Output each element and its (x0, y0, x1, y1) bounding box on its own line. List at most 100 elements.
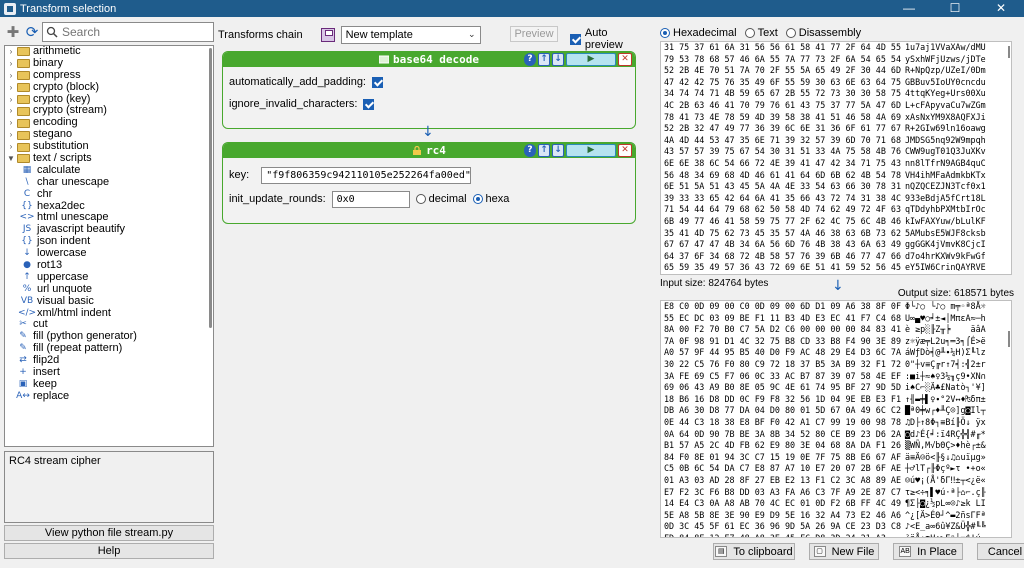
in-place-button[interactable]: AB In Place (893, 543, 963, 560)
left-panel: ✚ ⟳ ›arithmetic›binary›compress›crypto (… (4, 21, 214, 559)
in-place-icon: AB (899, 546, 912, 557)
hexa-radio[interactable] (472, 194, 483, 204)
search-box[interactable] (42, 22, 214, 42)
move-up-icon[interactable]: ↑ (538, 144, 550, 157)
transform-tree[interactable]: › arithmetic › binary › compress › crypto (bloc… (4, 45, 214, 447)
ascii-text: kIwFAXYuw/bLulKF (905, 215, 986, 226)
add-padding-checkbox[interactable] (372, 76, 383, 88)
tree-item-label: visual basic (37, 294, 94, 307)
tree-item[interactable]: \ char unescape (5, 176, 213, 189)
chevron-right-icon[interactable]: › (5, 70, 17, 82)
hex-bytes: 65 59 35 49 57 36 43 72 69 6E 51 41 59 5… (664, 262, 901, 273)
chevron-right-icon[interactable]: › (5, 105, 17, 117)
to-clipboard-button[interactable]: ▤ To clipboard (713, 543, 795, 560)
cancel-button[interactable]: Cancel (977, 543, 1024, 560)
minimize-button[interactable]: — (886, 0, 932, 17)
ascii-text: pIo4ror7JT87PW1 (905, 274, 1009, 275)
close-window-button[interactable]: ✕ (978, 0, 1024, 17)
hex-bytes: 18 B6 16 D8 DD 0C F9 F8 32 56 1D 04 9E E… (664, 393, 901, 404)
output-hex-view[interactable]: E8 C0 0D 09 00 C0 0D 09 00 6D D1 09 A6 3… (660, 300, 1012, 538)
help-button[interactable]: Help (4, 543, 214, 559)
tree-item[interactable]: ▦ calculate (5, 164, 213, 177)
tree-item[interactable]: › crypto (block) (5, 80, 213, 94)
chevron-right-icon[interactable]: › (5, 117, 17, 129)
search-input[interactable] (62, 25, 212, 39)
save-template-icon[interactable] (320, 28, 335, 42)
remove-icon[interactable]: ✕ (618, 53, 632, 66)
refresh-icon[interactable]: ⟳ (23, 23, 41, 41)
auto-preview-label: Auto preview (584, 27, 623, 51)
move-down-icon[interactable]: ↓ (552, 144, 564, 157)
auto-preview-toggle[interactable]: Auto preview (570, 27, 648, 51)
ascii-text: ²äÅ↕τH¿>Eⁿ╪=$!ú (905, 532, 981, 538)
html-icon: <> (19, 212, 35, 223)
chevron-right-icon[interactable]: › (5, 129, 17, 141)
hex-bytes: 52 2B 32 47 49 77 36 39 6C 6E 31 36 6F 6… (664, 123, 901, 134)
hex-line: B1 57 A5 2C 4D FB 62 E9 80 3E 04 68 8A D… (661, 440, 1011, 452)
move-down-icon[interactable]: ↓ (552, 53, 564, 66)
template-select[interactable]: New template ⌄ (340, 26, 481, 44)
play-icon[interactable]: ▶ (566, 144, 616, 157)
hex-bytes: 0D 3C 45 5F 61 EC 36 96 9D 5A 26 9A CE 2… (664, 521, 901, 532)
tree-item[interactable]: Cchr (5, 188, 213, 201)
help-icon[interactable]: ? (524, 53, 536, 66)
maximize-button[interactable]: ☐ (932, 0, 978, 17)
add-icon[interactable]: ✚ (4, 23, 22, 41)
tree-item-label: crypto (block) (33, 80, 100, 93)
new-file-button[interactable]: ▢ New File (809, 543, 879, 560)
hex-bytes: 0A 64 0D 90 7B BE 3A 8B 34 52 80 CE B9 2… (664, 428, 901, 439)
option-rounds: init_update_rounds: 0x0 decimal hexa (229, 188, 629, 210)
hex-line: 78 41 73 4E 78 59 4D 39 58 38 41 51 46 5… (661, 112, 1011, 124)
text-option[interactable]: Text (744, 27, 778, 39)
view-python-file-button[interactable]: View python file stream.py (4, 525, 214, 541)
ignore-invalid-checkbox[interactable] (363, 98, 375, 110)
hexadecimal-radio[interactable] (660, 28, 670, 38)
hex-bytes: 6E 6E 38 6C 54 66 72 4E 39 41 47 42 34 7… (664, 157, 901, 168)
hex-line: 79 53 78 68 57 46 6A 55 7A 77 73 2F 6A 5… (661, 54, 1011, 66)
hex-scrollbar[interactable] (1008, 331, 1010, 347)
disassembly-option[interactable]: Disassembly (785, 27, 861, 39)
ascii-text: R+2GIw69ln16oawg (905, 123, 986, 134)
text-radio[interactable] (744, 28, 755, 38)
ascii-text: R+NpQzp/UZeI/0Dm (905, 65, 986, 76)
remove-icon[interactable]: ✕ (618, 144, 632, 157)
hex-line: 70 49 6F 34 72 6F 72 37 4A 54 38 37 50 5… (661, 274, 1011, 275)
chevron-down-icon[interactable]: ▼ (5, 153, 17, 165)
tree-item-label: url unquote (37, 282, 93, 295)
tree-item[interactable]: A↔ replace (5, 390, 213, 403)
input-hex-view[interactable]: 31 75 37 61 6A 31 56 56 61 58 41 77 2F 6… (660, 41, 1012, 275)
hex-line: 56 48 34 69 68 4D 46 61 41 64 6D 6B 62 4… (661, 170, 1011, 182)
tree-scrollbar[interactable] (209, 48, 212, 328)
move-up-icon[interactable]: ↑ (538, 53, 550, 66)
tree-item[interactable]: › compress (5, 69, 213, 82)
chevron-right-icon[interactable]: › (5, 94, 17, 106)
help-icon[interactable]: ? (524, 144, 536, 157)
hexadecimal-option[interactable]: Hexadecimal (660, 27, 737, 39)
key-input[interactable]: "f9f806359c942110105e252264fa00ed" (261, 166, 472, 184)
disassembly-radio[interactable] (785, 28, 796, 38)
hexa2dec-icon: {} (21, 200, 33, 211)
hex-scrollbar[interactable] (1008, 46, 1010, 58)
play-icon[interactable]: ▶ (566, 53, 616, 66)
url-icon: % (22, 283, 32, 294)
rounds-input[interactable]: 0x0 (331, 190, 410, 208)
decimal-radio[interactable] (415, 194, 426, 204)
hex-line: 7A 0F 98 91 D1 4C 32 75 B8 CD 33 B8 F4 9… (661, 336, 1011, 348)
chevron-right-icon[interactable]: › (5, 141, 17, 153)
hex-bytes: 35 41 4D 75 62 73 45 35 57 4A 46 38 63 6… (664, 227, 901, 238)
chevron-right-icon[interactable]: › (5, 82, 17, 94)
tree-item[interactable]: % url unquote (5, 282, 213, 296)
hex-bytes: 64 37 6F 34 68 72 4B 58 57 76 39 6B 46 7… (664, 250, 901, 261)
hex-line: 8A 00 F2 70 B0 C7 5A D2 C6 00 00 00 00 8… (661, 324, 1011, 336)
replace-icon: A↔ (16, 390, 30, 401)
tree-item[interactable]: › binary (5, 57, 213, 70)
tree-item[interactable]: VB visual basic (5, 294, 213, 308)
hex-line: 4C 2B 63 46 41 70 79 76 61 43 75 37 77 5… (661, 100, 1011, 112)
chevron-right-icon[interactable]: › (5, 46, 17, 58)
auto-preview-checkbox[interactable] (570, 33, 581, 45)
hex-line: 4A 4D 44 53 47 35 6E 71 39 32 57 39 6D 7… (661, 135, 1011, 147)
preview-button[interactable]: Preview (510, 26, 558, 42)
chevron-right-icon[interactable]: › (5, 58, 17, 70)
decode-icon (378, 55, 389, 64)
json-icon: {} (21, 236, 33, 247)
